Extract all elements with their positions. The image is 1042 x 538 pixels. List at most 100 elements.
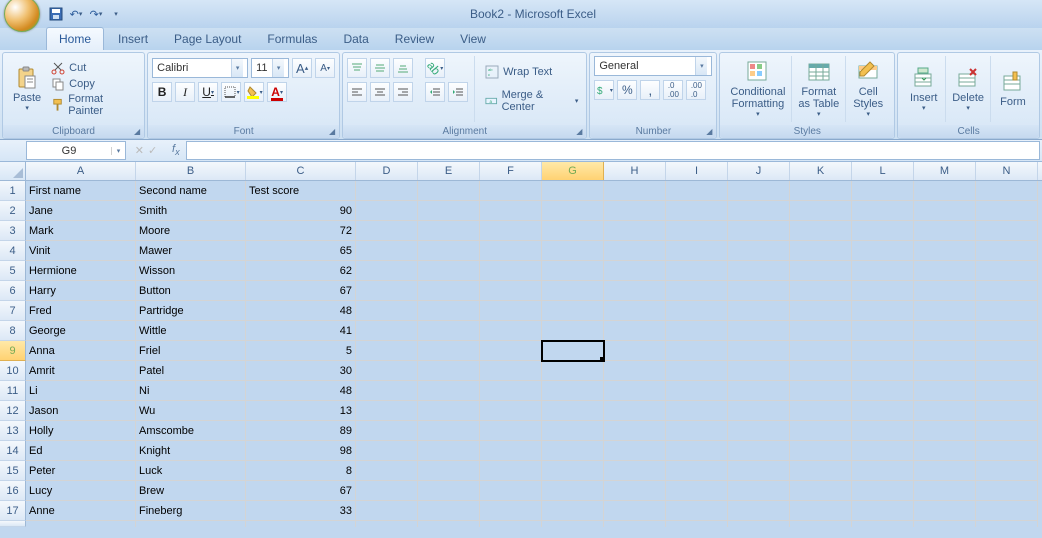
cell[interactable] bbox=[356, 441, 418, 461]
cell[interactable] bbox=[728, 181, 790, 201]
cell[interactable] bbox=[790, 321, 852, 341]
redo-icon[interactable]: ↷▾ bbox=[88, 6, 104, 22]
cell[interactable] bbox=[666, 481, 728, 501]
cell[interactable] bbox=[852, 181, 914, 201]
row-header[interactable]: 17 bbox=[0, 501, 26, 521]
tab-page-layout[interactable]: Page Layout bbox=[162, 28, 253, 50]
cell[interactable] bbox=[914, 441, 976, 461]
cell[interactable] bbox=[604, 441, 666, 461]
cell[interactable] bbox=[790, 501, 852, 521]
row-header[interactable]: 10 bbox=[0, 361, 26, 381]
tab-insert[interactable]: Insert bbox=[106, 28, 160, 50]
cell[interactable] bbox=[246, 521, 356, 527]
cell[interactable] bbox=[852, 241, 914, 261]
merge-center-button[interactable]: aMerge & Center▾ bbox=[481, 86, 582, 116]
cell[interactable] bbox=[604, 481, 666, 501]
cell[interactable] bbox=[914, 501, 976, 521]
cell[interactable] bbox=[976, 501, 1038, 521]
cell[interactable] bbox=[418, 481, 480, 501]
select-all-button[interactable] bbox=[0, 162, 26, 180]
cell[interactable]: 67 bbox=[246, 281, 356, 301]
align-center-button[interactable] bbox=[370, 82, 390, 102]
cell[interactable] bbox=[356, 341, 418, 361]
cell[interactable] bbox=[356, 321, 418, 341]
cell[interactable] bbox=[666, 341, 728, 361]
save-icon[interactable] bbox=[48, 6, 64, 22]
cell[interactable] bbox=[542, 501, 604, 521]
cell[interactable]: Mark bbox=[26, 221, 136, 241]
cell[interactable] bbox=[480, 321, 542, 341]
cell[interactable]: Anne bbox=[26, 501, 136, 521]
cell[interactable] bbox=[976, 181, 1038, 201]
cell[interactable] bbox=[914, 281, 976, 301]
cell[interactable]: 72 bbox=[246, 221, 356, 241]
cell[interactable] bbox=[480, 521, 542, 527]
cell[interactable] bbox=[852, 281, 914, 301]
cell[interactable] bbox=[542, 221, 604, 241]
cell[interactable]: Partridge bbox=[136, 301, 246, 321]
cell[interactable]: Amrit bbox=[26, 361, 136, 381]
cell[interactable]: Button bbox=[136, 281, 246, 301]
cell[interactable] bbox=[480, 381, 542, 401]
cell[interactable]: Mawer bbox=[136, 241, 246, 261]
cell[interactable]: 41 bbox=[246, 321, 356, 341]
format-as-table-button[interactable]: Format as Table▾ bbox=[792, 56, 846, 122]
column-header[interactable]: K bbox=[790, 162, 852, 180]
cell[interactable] bbox=[976, 281, 1038, 301]
cell[interactable]: 62 bbox=[246, 261, 356, 281]
cell[interactable] bbox=[604, 461, 666, 481]
cell-styles-button[interactable]: Cell Styles▾ bbox=[846, 56, 890, 122]
accounting-format-button[interactable]: $▾ bbox=[594, 80, 614, 100]
cell[interactable] bbox=[356, 501, 418, 521]
cell[interactable] bbox=[542, 241, 604, 261]
cell[interactable] bbox=[604, 181, 666, 201]
cell[interactable] bbox=[852, 321, 914, 341]
percent-button[interactable]: % bbox=[617, 80, 637, 100]
cell[interactable]: Amscombe bbox=[136, 421, 246, 441]
cell[interactable] bbox=[542, 381, 604, 401]
cell[interactable] bbox=[728, 321, 790, 341]
cell[interactable] bbox=[666, 521, 728, 527]
dialog-launcher-icon[interactable]: ◢ bbox=[132, 127, 142, 137]
row-header[interactable]: 11 bbox=[0, 381, 26, 401]
fill-color-button[interactable]: ▾ bbox=[244, 82, 264, 102]
row-header[interactable]: 15 bbox=[0, 461, 26, 481]
cell[interactable]: 89 bbox=[246, 421, 356, 441]
cell[interactable]: 48 bbox=[246, 381, 356, 401]
cell[interactable] bbox=[604, 321, 666, 341]
cell[interactable] bbox=[418, 261, 480, 281]
cell[interactable] bbox=[790, 441, 852, 461]
cell[interactable]: Anna bbox=[26, 341, 136, 361]
cell[interactable]: George bbox=[26, 321, 136, 341]
row-header[interactable]: 16 bbox=[0, 481, 26, 501]
cell[interactable] bbox=[356, 521, 418, 527]
row-header[interactable]: 13 bbox=[0, 421, 26, 441]
cell[interactable] bbox=[914, 481, 976, 501]
cell[interactable] bbox=[356, 361, 418, 381]
cell[interactable] bbox=[728, 281, 790, 301]
increase-decimal-button[interactable]: .0.00 bbox=[663, 80, 683, 100]
cell[interactable] bbox=[852, 361, 914, 381]
cell[interactable]: Test score bbox=[246, 181, 356, 201]
cell[interactable] bbox=[976, 301, 1038, 321]
cell[interactable] bbox=[356, 281, 418, 301]
cell[interactable] bbox=[852, 501, 914, 521]
cell[interactable] bbox=[976, 241, 1038, 261]
cell[interactable] bbox=[914, 241, 976, 261]
dialog-launcher-icon[interactable]: ◢ bbox=[327, 127, 337, 137]
cell[interactable] bbox=[418, 381, 480, 401]
cell[interactable] bbox=[790, 201, 852, 221]
cell[interactable] bbox=[480, 241, 542, 261]
align-bottom-button[interactable] bbox=[393, 58, 413, 78]
cell[interactable] bbox=[976, 481, 1038, 501]
cell[interactable] bbox=[666, 381, 728, 401]
cell[interactable] bbox=[604, 281, 666, 301]
row-header[interactable]: 5 bbox=[0, 261, 26, 281]
cell[interactable] bbox=[728, 301, 790, 321]
undo-icon[interactable]: ↶▾ bbox=[68, 6, 84, 22]
cell[interactable] bbox=[542, 261, 604, 281]
cell[interactable]: Brew bbox=[136, 481, 246, 501]
cell[interactable]: First name bbox=[26, 181, 136, 201]
cell[interactable] bbox=[480, 301, 542, 321]
cell[interactable] bbox=[604, 361, 666, 381]
